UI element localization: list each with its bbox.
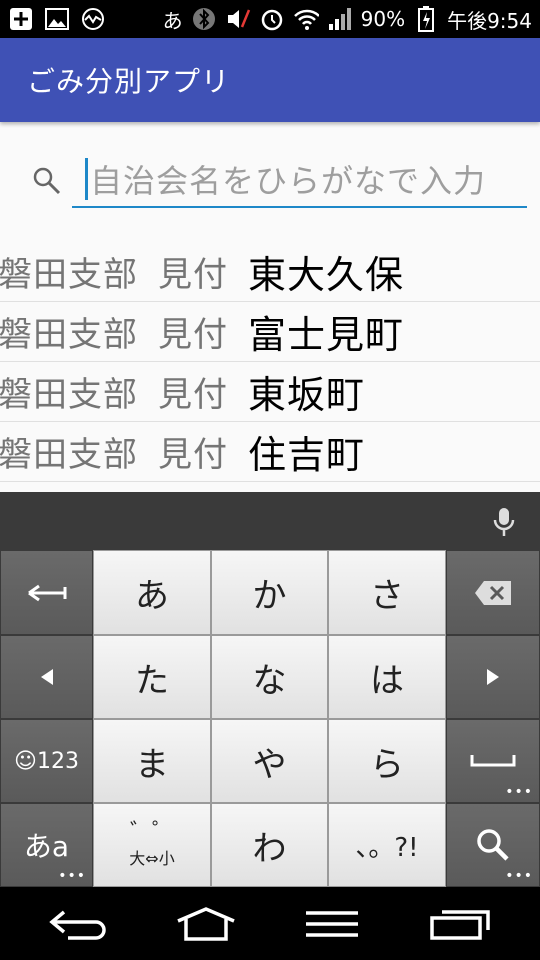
area-label: 見付: [158, 435, 228, 475]
list-item[interactable]: 磐田支部 見付 住吉町: [0, 422, 540, 482]
branch-label: 磐田支部: [0, 315, 138, 355]
emoji-number-key[interactable]: ☺123: [0, 719, 93, 803]
more-dots: •••: [58, 868, 86, 884]
area-label: 見付: [158, 315, 228, 355]
key-ma[interactable]: ま: [93, 719, 211, 803]
search-placeholder: 自治会名をひらがなで入力: [90, 162, 487, 200]
battery-charging-icon: [413, 6, 439, 32]
home-button[interactable]: [171, 901, 241, 947]
result-list[interactable]: 磐田支部 見付 東大久保 磐田支部 見付 富士見町 磐田支部 見付 東坂町 磐田…: [0, 242, 540, 492]
space-key[interactable]: •••: [446, 719, 540, 803]
left-arrow-icon: [27, 584, 66, 601]
size-toggle-label: 大⇔小: [129, 849, 175, 868]
area-label: 見付: [158, 255, 228, 295]
key-na[interactable]: な: [211, 635, 328, 719]
punctuation-key[interactable]: 、。?!: [328, 803, 446, 887]
key-sa[interactable]: さ: [328, 550, 446, 635]
text-cursor: [85, 158, 88, 200]
dakuten-size-key[interactable]: ゛゜ 大⇔小: [93, 803, 211, 887]
list-item[interactable]: 磐田支部 見付 東坂町: [0, 362, 540, 422]
search-key[interactable]: •••: [446, 803, 540, 887]
activity-icon: [80, 6, 106, 32]
clock: 午後9:54: [447, 8, 532, 33]
app-title: ごみ分別アプリ: [27, 65, 231, 98]
key-wa[interactable]: わ: [211, 803, 328, 887]
microphone-icon[interactable]: [492, 506, 516, 538]
image-icon: [44, 6, 70, 32]
alarm-icon: [259, 6, 285, 32]
dakuten-label: ゛゜: [129, 820, 174, 845]
key-ha[interactable]: は: [328, 635, 446, 719]
recent-apps-button[interactable]: [425, 901, 495, 947]
triangle-right-icon: [487, 669, 499, 685]
battery-percent: 90%: [360, 7, 406, 31]
branch-label: 磐田支部: [0, 435, 138, 475]
ime-indicator: あ: [162, 8, 183, 33]
key-a[interactable]: あ: [93, 550, 211, 635]
status-bar: あ 90% 午後9:54: [0, 0, 540, 38]
branch-label: 磐田支部: [0, 255, 138, 295]
town-label: 東坂町: [248, 373, 366, 417]
search-icon: [32, 166, 62, 196]
back-icon: [49, 910, 106, 940]
soft-keyboard: あ か さ た な は ☺123 ま や ら ••• あa ••• ゛゜ 大⇔小…: [0, 492, 540, 887]
menu-button[interactable]: [297, 901, 367, 947]
recent-apps-icon: [430, 910, 490, 940]
key-ra[interactable]: ら: [328, 719, 446, 803]
back-button[interactable]: [45, 901, 115, 947]
town-label: 富士見町: [248, 313, 405, 357]
bluetooth-icon: [191, 6, 217, 32]
cursor-left-key[interactable]: [0, 635, 93, 719]
input-mode-label: あa: [23, 830, 70, 863]
more-dots: •••: [505, 784, 533, 800]
mute-icon: [225, 6, 251, 32]
navigation-bar: [0, 887, 540, 960]
list-item[interactable]: 磐田支部 見付 富士見町: [0, 302, 540, 362]
triangle-left-icon: [40, 669, 53, 685]
town-label: 住吉町: [248, 433, 366, 477]
key-ka[interactable]: か: [211, 550, 328, 635]
back-arrow-key[interactable]: [0, 550, 93, 635]
key-ya[interactable]: や: [211, 719, 328, 803]
keyboard-toolbar: [0, 492, 540, 550]
app-bar: ごみ分別アプリ: [0, 38, 540, 122]
more-dots: •••: [505, 868, 533, 884]
home-icon: [177, 907, 235, 941]
cursor-right-key[interactable]: [446, 635, 540, 719]
key-ta[interactable]: た: [93, 635, 211, 719]
town-label: 東大久保: [248, 253, 405, 297]
signal-icon: [327, 6, 353, 32]
search-icon: [477, 829, 509, 861]
backspace-icon: [475, 580, 511, 605]
space-icon: [470, 755, 516, 767]
input-mode-key[interactable]: あa •••: [0, 803, 93, 887]
plus-box-icon: [8, 6, 34, 32]
branch-label: 磐田支部: [0, 375, 138, 415]
list-item[interactable]: 磐田支部 見付 東大久保: [0, 242, 540, 302]
wifi-icon: [293, 6, 319, 32]
menu-icon: [306, 911, 358, 937]
area-label: 見付: [158, 375, 228, 415]
backspace-key[interactable]: [446, 550, 540, 635]
